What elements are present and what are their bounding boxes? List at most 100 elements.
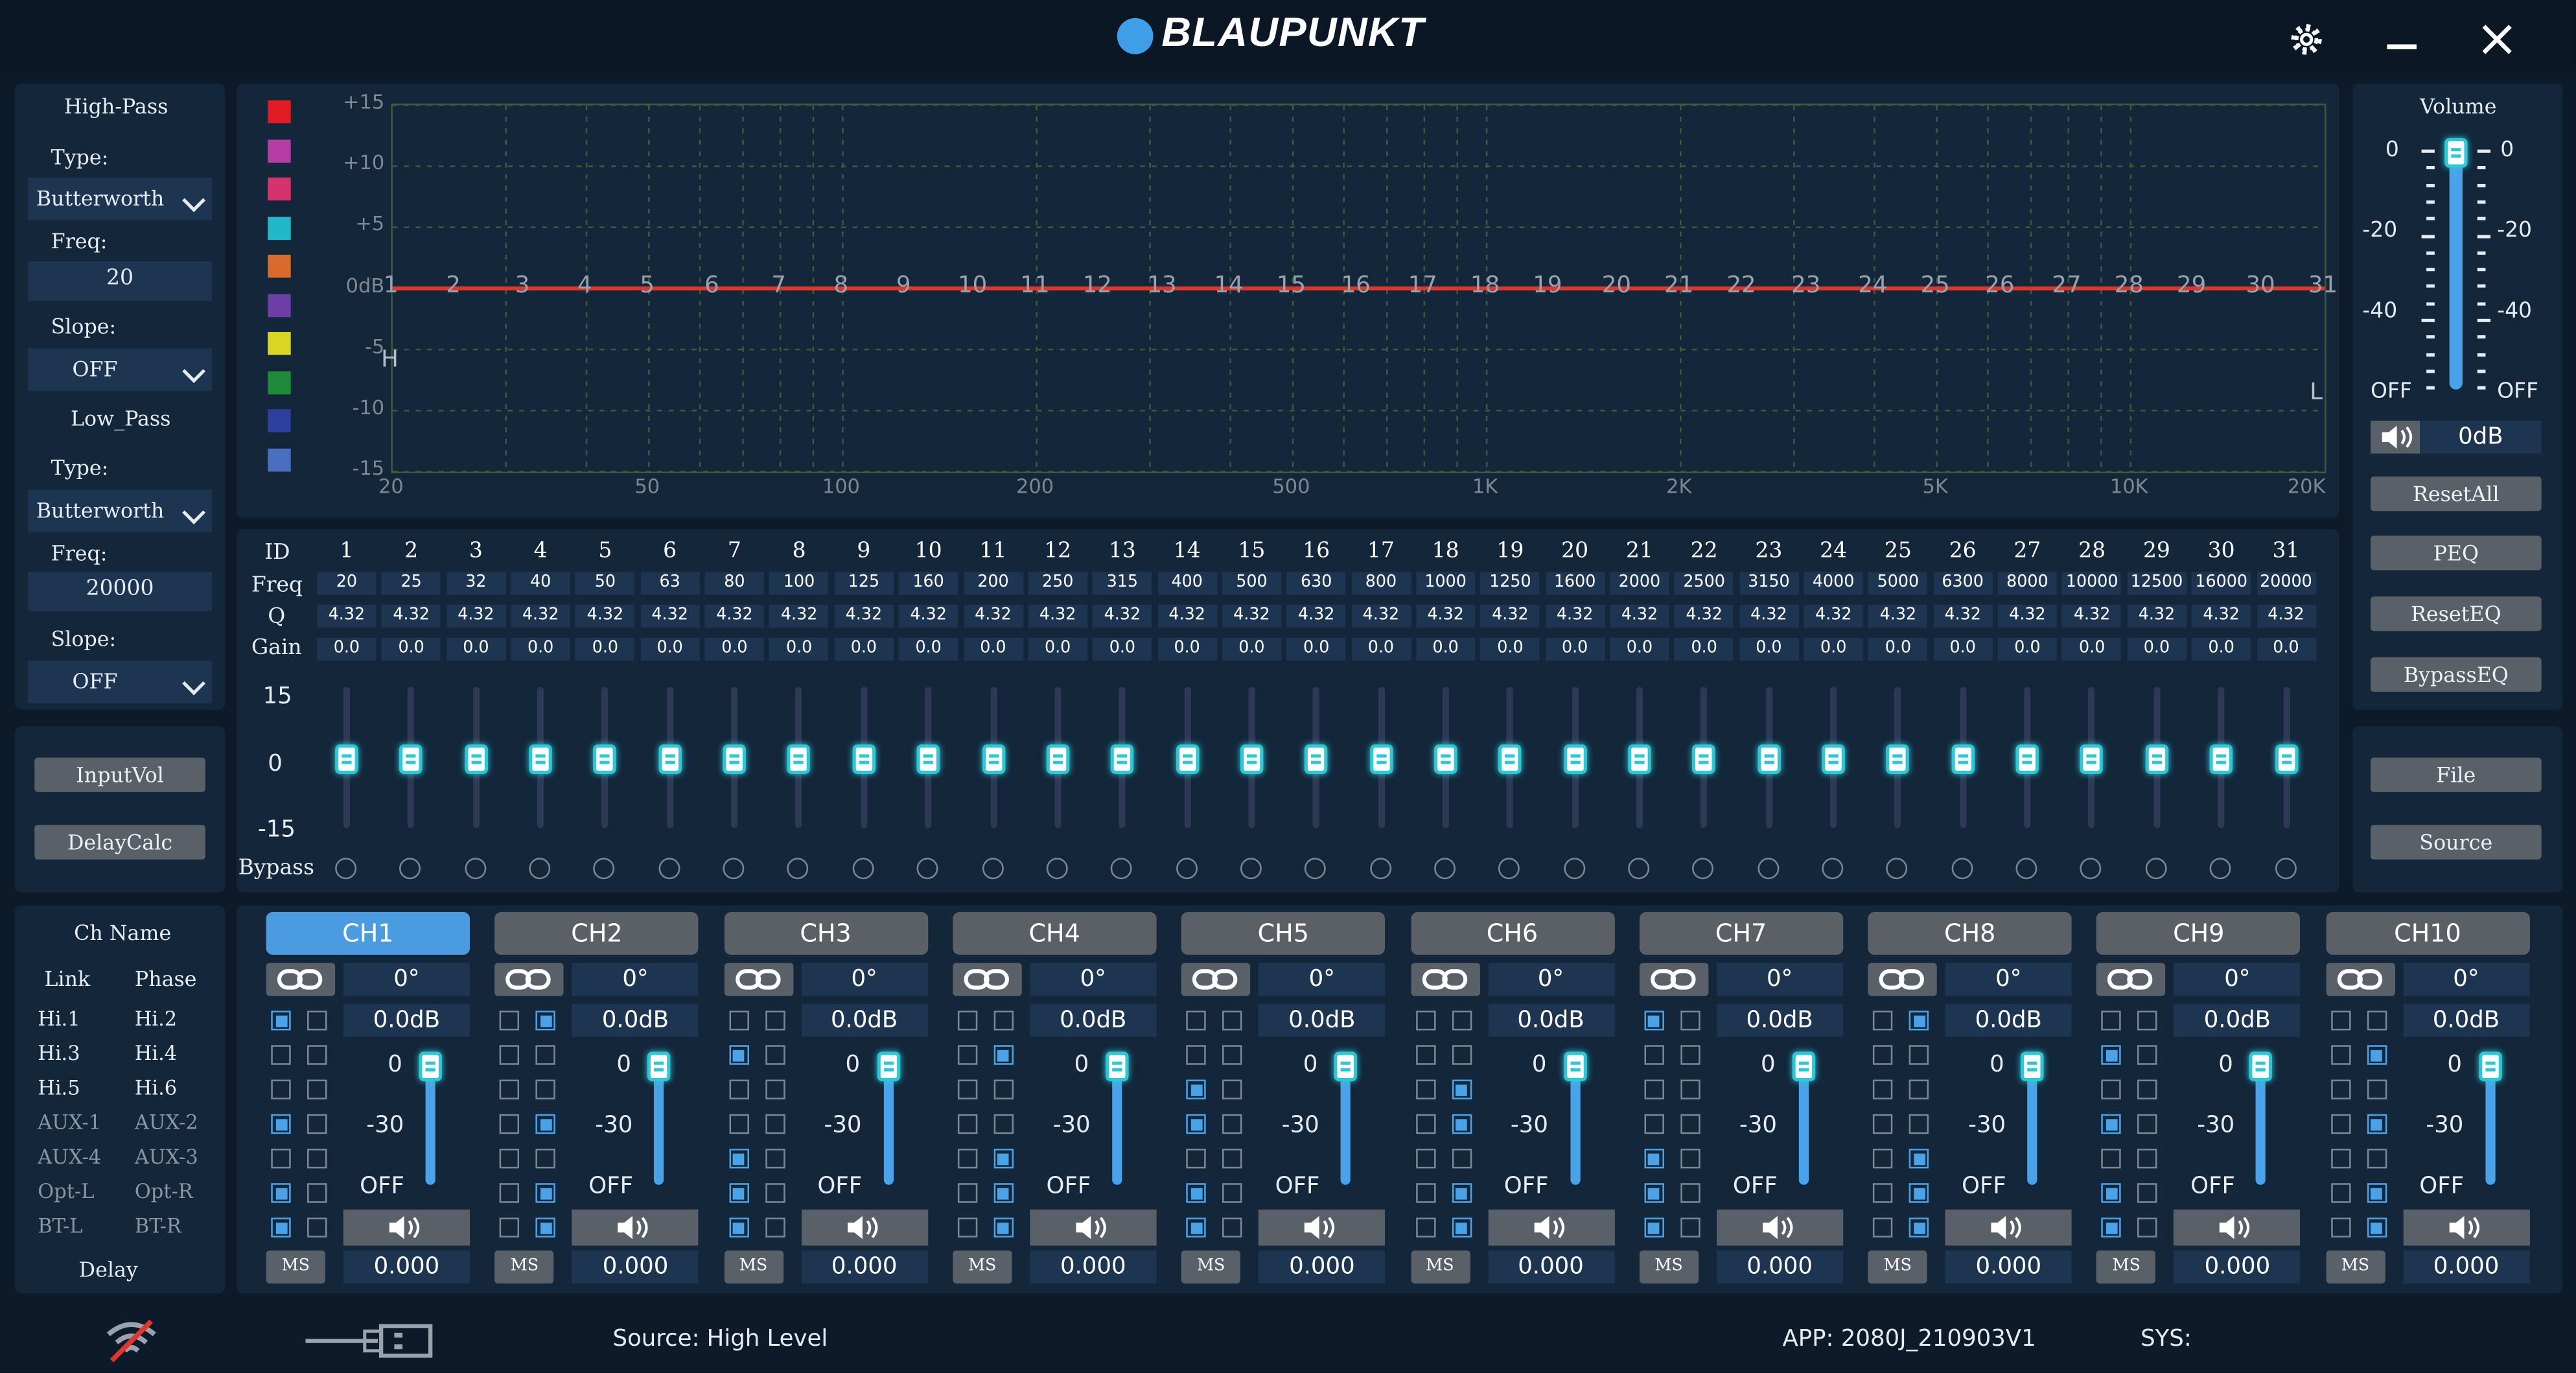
eq-band-q-input[interactable]: 4.32 (1028, 604, 1087, 628)
input-route-checkbox[interactable] (500, 1045, 520, 1065)
eq-band-freq-input[interactable]: 40 (511, 572, 570, 595)
input-route-checkbox[interactable] (1186, 1079, 1207, 1099)
channel-delay-field[interactable]: 0.000 (2402, 1250, 2530, 1284)
eq-band-slider-thumb[interactable] (916, 744, 940, 774)
eq-band-gain-input[interactable]: 0.0 (381, 637, 441, 661)
eq-band-bypass-radio[interactable] (2209, 858, 2231, 880)
eq-band-q-input[interactable]: 4.32 (1868, 604, 1928, 628)
eq-band-bypass-radio[interactable] (529, 858, 551, 880)
reset-all-button[interactable]: ResetAll (2371, 476, 2542, 511)
eq-band-slider-thumb[interactable] (1433, 744, 1457, 774)
eq-band-slider-thumb[interactable] (399, 744, 423, 774)
input-route-checkbox[interactable] (307, 1114, 327, 1134)
eq-band-bypass-radio[interactable] (1757, 858, 1779, 880)
eq-band-marker[interactable]: 29 (2175, 273, 2208, 299)
eq-band-gain-input[interactable]: 0.0 (1610, 637, 1669, 661)
input-route-checkbox[interactable] (1644, 1011, 1664, 1031)
eq-band-bypass-radio[interactable] (1433, 858, 1456, 880)
input-route-checkbox[interactable] (1873, 1183, 1893, 1203)
input-route-checkbox[interactable] (2102, 1114, 2122, 1134)
eq-band-freq-input[interactable]: 500 (1222, 572, 1282, 595)
channel-phase-field[interactable]: 0° (1030, 963, 1157, 996)
eq-band-gain-input[interactable]: 0.0 (1739, 637, 1799, 661)
eq-band-slider-thumb[interactable] (464, 744, 488, 774)
eq-band-freq-input[interactable]: 8000 (1997, 572, 2058, 595)
eq-band-bypass-radio[interactable] (1886, 858, 1909, 880)
eq-band-gain-input[interactable]: 0.0 (2062, 637, 2122, 661)
eq-band-gain-input[interactable]: 0.0 (446, 637, 505, 661)
eq-band-freq-input[interactable]: 12500 (2127, 572, 2187, 595)
input-route-checkbox[interactable] (1644, 1045, 1664, 1065)
input-route-checkbox[interactable] (307, 1148, 327, 1169)
input-route-checkbox[interactable] (1644, 1148, 1664, 1169)
eq-band-slider-thumb[interactable] (1692, 744, 1716, 774)
eq-band-slider-thumb[interactable] (1757, 744, 1781, 774)
eq-band-marker[interactable]: 4 (568, 273, 601, 299)
eq-band-marker[interactable]: 3 (506, 273, 539, 299)
input-route-checkbox[interactable] (2330, 1148, 2350, 1169)
input-route-checkbox[interactable] (957, 1148, 978, 1169)
eq-band-freq-input[interactable]: 1250 (1480, 572, 1540, 595)
input-route-checkbox[interactable] (728, 1011, 748, 1031)
eq-band-q-input[interactable]: 4.32 (2127, 604, 2187, 628)
input-route-checkbox[interactable] (271, 1148, 291, 1169)
eq-band-bypass-radio[interactable] (658, 858, 680, 880)
channel-mute-button[interactable] (1259, 1209, 1386, 1246)
eq-band-slider-thumb[interactable] (1951, 744, 1975, 774)
channel-delay-field[interactable]: 0.000 (801, 1250, 928, 1284)
eq-band-bypass-radio[interactable] (1111, 858, 1133, 880)
eq-band-gain-input[interactable]: 0.0 (511, 637, 570, 661)
input-route-checkbox[interactable] (307, 1011, 327, 1031)
channel-gain-field[interactable]: 0.0dB (1030, 1003, 1157, 1037)
channel-mute-button[interactable] (2174, 1209, 2301, 1246)
input-route-checkbox[interactable] (2367, 1079, 2387, 1099)
channel-delay-field[interactable]: 0.000 (1716, 1250, 1843, 1284)
input-route-checkbox[interactable] (271, 1045, 291, 1065)
input-route-checkbox[interactable] (765, 1011, 785, 1031)
eq-band-gain-input[interactable]: 0.0 (834, 637, 894, 661)
channel-ms-button[interactable]: MS (723, 1250, 783, 1284)
eq-band-marker[interactable]: 31 (2306, 273, 2339, 299)
eq-band-slider-thumb[interactable] (335, 744, 358, 774)
eq-band-marker[interactable]: 24 (1857, 273, 1890, 299)
eq-band-bypass-radio[interactable] (916, 858, 938, 880)
input-route-checkbox[interactable] (1451, 1045, 1472, 1065)
input-route-checkbox[interactable] (993, 1148, 1014, 1169)
input-route-checkbox[interactable] (1909, 1011, 1929, 1031)
input-route-checkbox[interactable] (1451, 1183, 1472, 1203)
eq-band-bypass-radio[interactable] (1628, 858, 1650, 880)
eq-band-freq-input[interactable]: 5000 (1868, 572, 1928, 595)
input-route-checkbox[interactable] (536, 1114, 556, 1134)
eq-band-q-input[interactable]: 4.32 (899, 604, 958, 628)
eq-band-bypass-radio[interactable] (1498, 858, 1520, 880)
input-route-checkbox[interactable] (307, 1045, 327, 1065)
channel-select-button[interactable]: CH5 (1181, 911, 1386, 955)
input-route-checkbox[interactable] (765, 1148, 785, 1169)
eq-band-marker[interactable]: 11 (1019, 273, 1052, 299)
eq-band-gain-input[interactable]: 0.0 (1804, 637, 1863, 661)
eq-band-bypass-radio[interactable] (1240, 858, 1262, 880)
channel-mute-button[interactable] (801, 1209, 928, 1246)
input-route-checkbox[interactable] (728, 1183, 748, 1203)
input-vol-button[interactable]: InputVol (34, 757, 205, 792)
input-route-checkbox[interactable] (2138, 1011, 2158, 1031)
channel-delay-field[interactable]: 0.000 (2174, 1250, 2301, 1284)
input-route-checkbox[interactable] (1644, 1183, 1664, 1203)
eq-band-freq-input[interactable]: 20000 (2256, 572, 2316, 595)
eq-band-marker[interactable]: 13 (1146, 273, 1179, 299)
input-route-checkbox[interactable] (993, 1045, 1014, 1065)
input-route-checkbox[interactable] (1680, 1045, 1700, 1065)
eq-band-q-input[interactable]: 4.32 (1933, 604, 1993, 628)
input-route-checkbox[interactable] (500, 1217, 520, 1238)
input-route-checkbox[interactable] (1644, 1217, 1664, 1238)
eq-band-freq-input[interactable]: 160 (899, 572, 958, 595)
input-route-checkbox[interactable] (765, 1045, 785, 1065)
low-pass-freq-input[interactable]: 20000 (28, 572, 213, 612)
eq-band-q-input[interactable]: 4.32 (381, 604, 441, 628)
input-route-checkbox[interactable] (1415, 1045, 1435, 1065)
eq-band-freq-input[interactable]: 315 (1093, 572, 1152, 595)
channel-gain-field[interactable]: 0.0dB (2174, 1003, 2301, 1037)
input-route-checkbox[interactable] (1186, 1114, 1207, 1134)
eq-band-q-input[interactable]: 4.32 (1157, 604, 1217, 628)
channel-phase-field[interactable]: 0° (343, 963, 470, 996)
